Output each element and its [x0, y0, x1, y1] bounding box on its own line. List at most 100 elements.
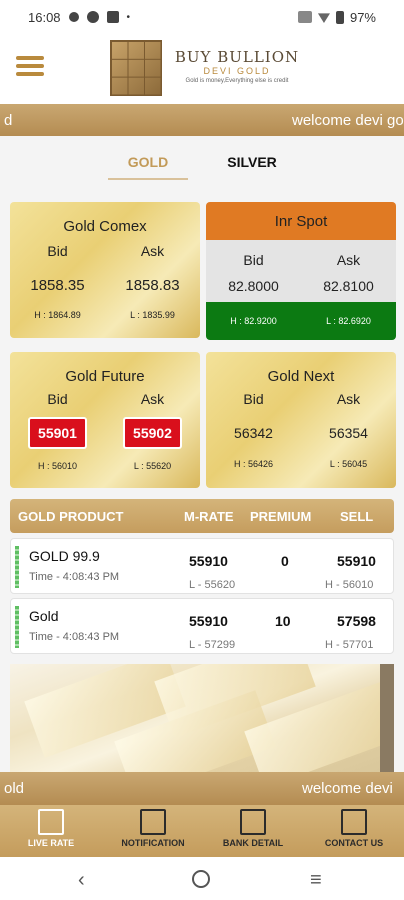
app-icon — [68, 12, 79, 22]
battery-level: 97% — [349, 9, 376, 25]
mrate-value: 55910 — [189, 553, 228, 569]
help-icon — [86, 11, 99, 23]
notification-icon — [140, 809, 166, 835]
high-value: H : 56010 — [37, 461, 78, 471]
ask-label: Ask — [336, 391, 361, 407]
status-bar-indicator — [15, 546, 19, 588]
ask-value: 56354 — [329, 425, 368, 441]
nav-notification[interactable]: NOTIFICATION — [112, 809, 194, 848]
home-icon[interactable] — [192, 870, 210, 888]
card-title: Gold Future — [65, 368, 145, 385]
nav-label: CONTACT US — [324, 838, 384, 848]
recents-menu-icon[interactable]: ≡ — [310, 869, 322, 892]
sell-value: 57598 — [337, 613, 376, 629]
product-row[interactable]: Gold Time - 4:08:43 PM 55910 10 57598 L … — [10, 598, 394, 654]
bottom-nav: LIVE RATE NOTIFICATION BANK DETAIL CONTA… — [0, 805, 404, 857]
back-icon[interactable]: ‹ — [78, 869, 85, 892]
marquee-bottom-text: welcome devi — [302, 780, 393, 797]
bank-icon — [240, 809, 266, 835]
mrate-value: 55910 — [189, 613, 228, 629]
nav-live-rate[interactable]: LIVE RATE — [18, 809, 84, 848]
high-value: H : 82.9200 — [230, 316, 277, 326]
col-product: GOLD PRODUCT — [18, 509, 124, 524]
high-value: H : 56426 — [233, 459, 274, 469]
wifi-icon — [317, 13, 330, 23]
contact-card-icon — [341, 809, 367, 835]
nav-label: LIVE RATE — [27, 838, 75, 848]
high-value: H - 56010 — [325, 579, 374, 591]
bid-value: 1858.35 — [30, 277, 85, 294]
gold-cube-logo — [110, 40, 162, 96]
nav-contact-us[interactable]: CONTACT US — [316, 809, 392, 848]
marquee-bottom: old welcome devi — [0, 772, 404, 805]
nav-label: NOTIFICATION — [121, 838, 185, 848]
premium-value: 10 — [275, 613, 291, 629]
gold-next-card: Gold Next Bid Ask 56342 56354 H : 56426 … — [206, 352, 396, 488]
marquee-top-text: welcome devi go — [292, 111, 404, 129]
ask-value: 1858.83 — [125, 277, 180, 294]
card-title: Gold Next — [267, 368, 335, 385]
col-mrate: M-RATE — [184, 509, 234, 524]
tab-gold[interactable]: GOLD — [108, 154, 188, 180]
wifi-calling-icon — [297, 11, 312, 23]
status-bar: 16:08 • 97% — [0, 0, 404, 34]
bid-price-pill: 55901 — [28, 417, 87, 449]
marquee-top: d welcome devi go — [0, 104, 404, 136]
inr-footer: H : 82.9200 L : 82.6920 — [206, 302, 396, 340]
brand-tagline: Gold is money,Everything else is credit — [185, 78, 289, 84]
nav-bank-detail[interactable]: BANK DETAIL — [214, 809, 292, 848]
ask-label: Ask — [140, 243, 165, 259]
ask-label: Ask — [336, 252, 361, 268]
product-name: GOLD 99.9 — [29, 548, 100, 564]
premium-value: 0 — [281, 553, 289, 569]
low-value: L : 55620 — [133, 461, 172, 471]
low-value: L : 1835.99 — [130, 310, 175, 320]
product-name: Gold — [29, 608, 59, 624]
card-title: Inr Spot — [274, 212, 328, 230]
dot-icon: • — [126, 11, 131, 23]
bid-label: Bid — [47, 391, 68, 407]
high-value: H - 57701 — [325, 639, 374, 651]
high-value: H : 1864.89 — [34, 310, 81, 320]
product-row[interactable]: GOLD 99.9 Time - 4:08:43 PM 55910 0 5591… — [10, 538, 394, 594]
gold-future-card: Gold Future Bid Ask 55901 55902 H : 5601… — [10, 352, 200, 488]
tab-silver[interactable]: SILVER — [216, 154, 288, 170]
chart-icon — [38, 809, 64, 835]
col-sell: SELL — [340, 509, 374, 524]
product-table-header: GOLD PRODUCT M-RATE PREMIUM SELL — [10, 499, 394, 533]
brand-subtitle: DEVI GOLD — [203, 66, 271, 76]
ask-label: Ask — [140, 391, 165, 407]
bid-label: Bid — [243, 391, 264, 407]
system-nav-bar: ‹ ≡ — [0, 857, 404, 900]
bid-value: 82.8000 — [228, 278, 279, 294]
gold-comex-card: Gold Comex Bid Ask 1858.35 1858.83 H : 1… — [10, 202, 200, 338]
brand-block: BUY BULLION DEVI GOLD Gold is money,Ever… — [172, 48, 302, 84]
nav-label: BANK DETAIL — [222, 838, 284, 848]
status-time: 16:08 — [28, 9, 61, 25]
status-bar-indicator — [15, 606, 19, 648]
app-header: BUY BULLION DEVI GOLD Gold is money,Ever… — [0, 34, 404, 104]
inr-header: Inr Spot — [206, 202, 396, 240]
battery-icon — [335, 10, 344, 24]
marquee-top-left-text: d — [4, 111, 13, 129]
inr-spot-card: Inr Spot Bid Ask 82.8000 82.8100 H : 82.… — [206, 202, 396, 340]
product-time: Time - 4:08:43 PM — [29, 631, 120, 643]
hamburger-menu-icon[interactable] — [16, 56, 44, 80]
ask-value: 82.8100 — [323, 278, 374, 294]
metal-tabs: GOLD SILVER — [0, 146, 404, 182]
col-premium: PREMIUM — [250, 509, 312, 524]
low-value: L - 57299 — [189, 639, 236, 651]
gold-bars-banner-image — [10, 664, 394, 772]
bid-label: Bid — [47, 243, 68, 259]
ask-price-pill: 55902 — [123, 417, 182, 449]
low-value: L : 82.6920 — [326, 316, 371, 326]
sell-value: 55910 — [337, 553, 376, 569]
card-title: Gold Comex — [63, 218, 147, 235]
low-value: L : 56045 — [329, 459, 368, 469]
brand-title: BUY BULLION — [174, 48, 300, 66]
bid-value: 56342 — [234, 425, 273, 441]
bid-label: Bid — [243, 252, 264, 268]
marquee-bottom-left-text: old — [4, 780, 25, 797]
product-time: Time - 4:08:43 PM — [29, 571, 120, 583]
low-value: L - 55620 — [189, 579, 236, 591]
